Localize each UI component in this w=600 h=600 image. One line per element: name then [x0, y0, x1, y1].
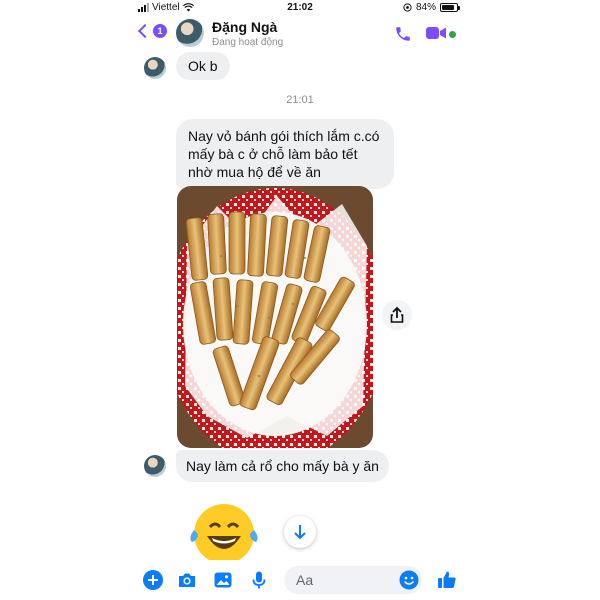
message-bubble[interactable]: Nay vỏ bánh gói thích lắm c.có mấy bà c … — [176, 119, 394, 189]
video-call-icon[interactable] — [426, 26, 446, 40]
contact-avatar[interactable] — [176, 19, 204, 47]
message-input-placeholder: Aa — [296, 572, 314, 588]
status-bar: Viettel 21:02 84% — [132, 0, 468, 16]
back-button[interactable]: 1 — [137, 23, 167, 39]
camera-icon[interactable] — [176, 569, 198, 591]
smile-icon[interactable] — [398, 569, 420, 591]
message-timestamp: 21:01 — [286, 94, 314, 106]
like-icon[interactable] — [436, 569, 458, 591]
scroll-to-bottom-button[interactable] — [284, 516, 316, 548]
battery-percent: 84% — [415, 2, 436, 13]
sender-avatar[interactable] — [144, 57, 166, 79]
unread-badge: 1 — [153, 24, 167, 38]
battery-icon — [440, 3, 460, 12]
phone-call-icon[interactable] — [394, 25, 412, 43]
message-bubble[interactable]: Nay làm cả rổ cho mấy bà y ăn — [176, 450, 389, 482]
battery-info: 84% — [403, 2, 460, 13]
photo-spring-rolls-basket — [177, 186, 373, 448]
chat-header: 1 Đặng Ngà Đang hoạt động — [132, 16, 468, 52]
contact-status: Đang hoạt động — [212, 37, 284, 48]
share-button[interactable] — [382, 300, 412, 330]
message-bubble[interactable]: Ok b — [176, 52, 230, 80]
microphone-icon[interactable] — [248, 569, 270, 591]
back-chevron-icon — [137, 23, 153, 39]
location-icon — [403, 3, 412, 12]
photo-icon[interactable] — [212, 569, 234, 591]
laughing-emoji-icon[interactable] — [180, 500, 260, 562]
contact-name[interactable]: Đặng Ngà — [212, 19, 277, 35]
shared-photo-spring-rolls[interactable] — [177, 186, 373, 448]
composer-bar: Aa — [132, 560, 468, 600]
plus-icon[interactable] — [142, 569, 164, 591]
arrow-down-icon — [294, 525, 306, 540]
messenger-screen: Viettel 21:02 84% 1 Đặng Ngà Đang hoạt đ… — [132, 0, 468, 600]
sender-avatar[interactable] — [144, 455, 166, 477]
share-icon — [390, 306, 404, 323]
online-indicator — [449, 31, 456, 38]
